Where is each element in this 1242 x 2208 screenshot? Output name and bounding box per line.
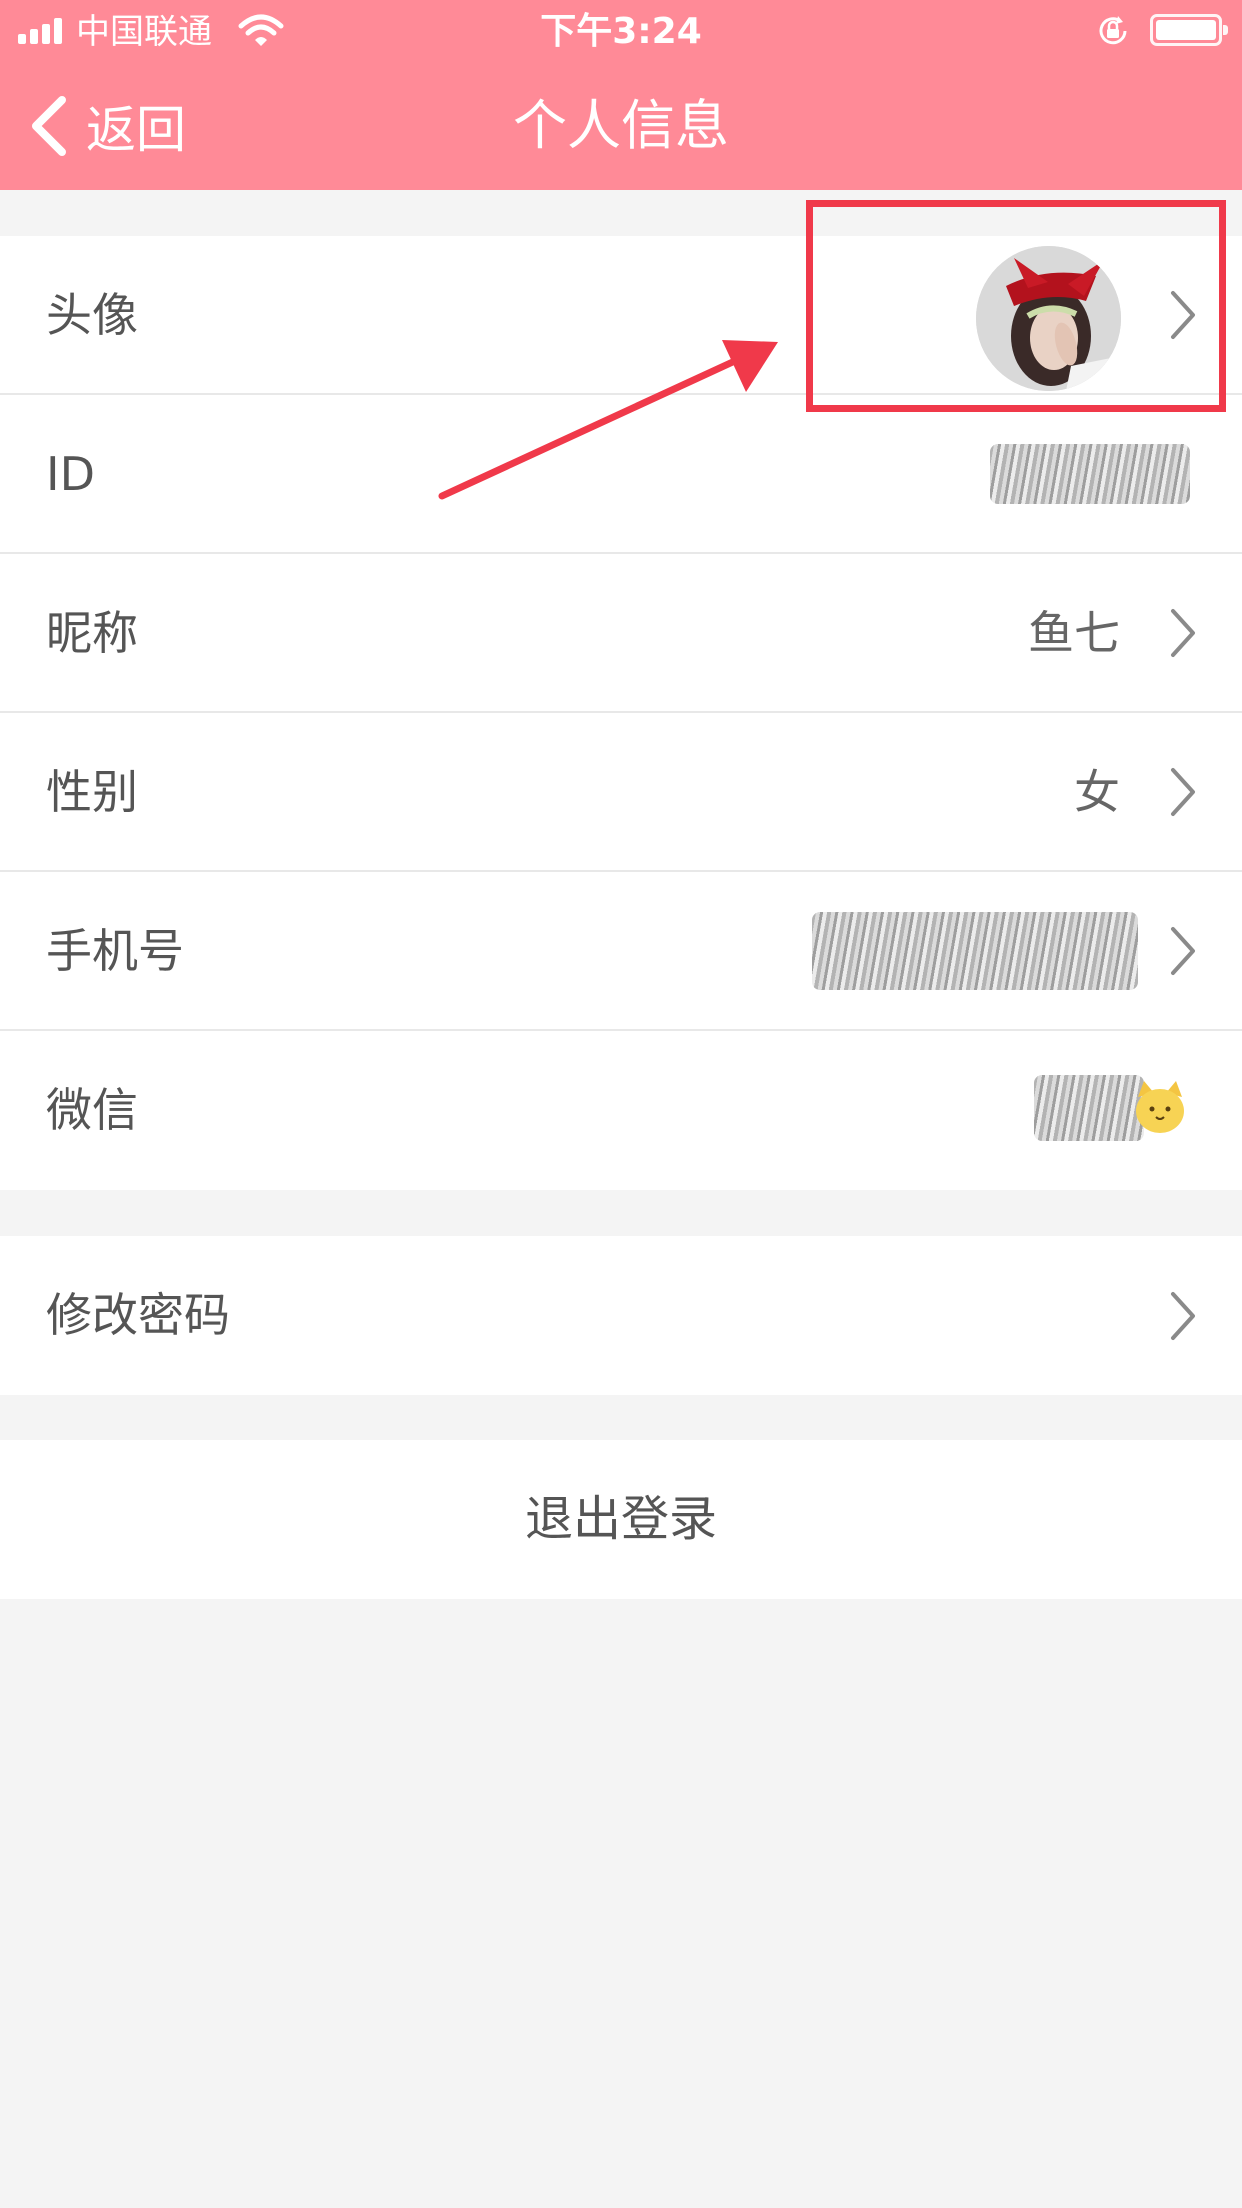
wechat-value-redacted [1034, 1074, 1144, 1141]
battery-icon [1150, 14, 1228, 46]
chevron-right-icon [1171, 926, 1195, 975]
nickname-value: 鱼七 [1028, 606, 1120, 660]
gender-row[interactable]: 性别 女 [0, 713, 1242, 872]
security-group: 修改密码 [0, 1236, 1242, 1395]
chevron-right-icon [1171, 608, 1195, 657]
logout-button[interactable]: 退出登录 [0, 1440, 1242, 1599]
status-time: 下午3:24 [540, 11, 702, 52]
page-title: 个人信息 [513, 94, 729, 157]
nickname-row[interactable]: 昵称 鱼七 [0, 554, 1242, 713]
status-bar: 中国联通 下午3:24 [0, 0, 1242, 62]
navigation-bar: 返回 个人信息 [0, 62, 1242, 190]
row-label-nickname: 昵称 [46, 606, 138, 660]
phone-value-redacted [812, 911, 1138, 990]
row-label-avatar: 头像 [46, 288, 138, 342]
row-label-phone: 手机号 [46, 924, 184, 978]
row-label-change-password: 修改密码 [46, 1288, 230, 1342]
cat-emoji-icon [1136, 1080, 1184, 1133]
annotation-arrow-icon [438, 340, 778, 500]
annotation-highlight-box [806, 200, 1226, 412]
chevron-right-icon [1171, 1291, 1195, 1340]
row-label-gender: 性别 [46, 765, 138, 819]
rotation-lock-icon [1099, 16, 1127, 45]
row-label-wechat: 微信 [46, 1083, 138, 1137]
id-value-redacted [990, 443, 1190, 504]
chevron-right-icon [1171, 767, 1195, 816]
row-label-id: ID [46, 447, 95, 501]
gender-value: 女 [1074, 765, 1120, 819]
phone-row[interactable]: 手机号 [0, 872, 1242, 1031]
app-header: 中国联通 下午3:24 返回 个人信息 [0, 0, 1242, 190]
wechat-row: 微信 [0, 1031, 1242, 1190]
change-password-row[interactable]: 修改密码 [0, 1236, 1242, 1395]
